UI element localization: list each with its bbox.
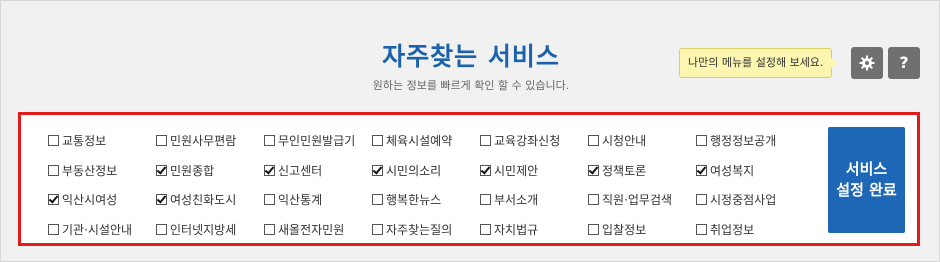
service-option[interactable]: 부서소개 xyxy=(480,185,588,215)
settings-tooltip: 나만의 메뉴를 설정해 보세요. xyxy=(679,48,838,78)
service-option-label: 민원사무편람 xyxy=(170,134,237,149)
service-option-label: 시정중점사업 xyxy=(710,193,777,208)
service-option[interactable]: 익산시여성 xyxy=(48,185,156,215)
service-option-label: 새올전자민원 xyxy=(278,222,345,237)
service-selection-box: 교통정보 민원사무편람 무인민원발급기 체육시설예약 교육강좌신청 시청안내 행정정보공개부… xyxy=(18,112,920,246)
service-option-label: 여성친화도시 xyxy=(170,193,237,208)
checkbox[interactable] xyxy=(48,164,59,176)
checkbox[interactable] xyxy=(156,223,167,235)
service-option-label: 익산시여성 xyxy=(62,193,118,208)
service-option-label: 민원종합 xyxy=(170,163,215,178)
checkbox-checked[interactable] xyxy=(156,194,167,206)
service-option-label: 행정정보공개 xyxy=(710,134,777,149)
service-option[interactable]: 자치법규 xyxy=(480,215,588,245)
checkbox[interactable] xyxy=(264,194,275,206)
checkbox[interactable] xyxy=(48,223,59,235)
service-option-label: 익산통계 xyxy=(278,193,323,208)
service-option[interactable]: 시민의소리 xyxy=(372,156,480,186)
checkbox-checked[interactable] xyxy=(588,164,599,176)
checkbox[interactable] xyxy=(480,194,491,206)
service-option-label: 자치법규 xyxy=(494,222,539,237)
service-option[interactable]: 교육강좌신청 xyxy=(480,126,588,156)
service-option-label: 시민의소리 xyxy=(386,163,442,178)
page-subtitle: 원하는 정보를 빠르게 확인 할 수 있습니다. xyxy=(372,79,570,92)
service-option-label: 기관·시설안내 xyxy=(62,222,133,237)
service-option[interactable]: 인터넷지방세 xyxy=(156,215,264,245)
service-option[interactable]: 시민제안 xyxy=(480,156,588,186)
service-option-label: 교육강좌신청 xyxy=(494,134,561,149)
service-setup-complete-button[interactable]: 서비스 설정 완료 xyxy=(828,127,905,233)
checkbox[interactable] xyxy=(696,223,707,235)
service-option-label: 부동산정보 xyxy=(62,163,118,178)
checkbox[interactable] xyxy=(588,223,599,235)
service-checkbox-grid: 교통정보 민원사무편람 무인민원발급기 체육시설예약 교육강좌신청 시청안내 행정정보공개부… xyxy=(48,126,804,244)
checkbox[interactable] xyxy=(264,223,275,235)
service-option[interactable]: 직원·업무검색 xyxy=(588,185,696,215)
service-option-label: 체육시설예약 xyxy=(386,134,453,149)
service-option-label: 직원·업무검색 xyxy=(602,193,673,208)
service-option[interactable]: 정책토론 xyxy=(588,156,696,186)
checkbox[interactable] xyxy=(588,135,599,147)
favorite-services-panel: 자주찾는 서비스 원하는 정보를 빠르게 확인 할 수 있습니다. 나만의 메뉴… xyxy=(0,0,940,262)
service-option-label: 교통정보 xyxy=(62,134,107,149)
service-option[interactable]: 기관·시설안내 xyxy=(48,215,156,245)
checkbox-checked[interactable] xyxy=(264,164,275,176)
checkbox[interactable] xyxy=(372,223,383,235)
service-option[interactable]: 행정정보공개 xyxy=(696,126,804,156)
service-option[interactable]: 새올전자민원 xyxy=(264,215,372,245)
service-option[interactable]: 무인민원발급기 xyxy=(264,126,372,156)
checkbox[interactable] xyxy=(588,194,599,206)
service-option-label: 인터넷지방세 xyxy=(170,222,237,237)
service-option[interactable]: 취업정보 xyxy=(696,215,804,245)
checkbox-checked[interactable] xyxy=(372,164,383,176)
checkbox-checked[interactable] xyxy=(480,164,491,176)
checkbox[interactable] xyxy=(48,135,59,147)
service-option[interactable]: 신고센터 xyxy=(264,156,372,186)
checkbox[interactable] xyxy=(264,135,275,147)
service-option-label: 신고센터 xyxy=(278,163,323,178)
service-option[interactable]: 시청안내 xyxy=(588,126,696,156)
checkbox[interactable] xyxy=(696,135,707,147)
checkbox[interactable] xyxy=(480,135,491,147)
settings-button[interactable] xyxy=(851,47,883,79)
service-option-label: 시민제안 xyxy=(494,163,539,178)
service-option[interactable]: 행복한뉴스 xyxy=(372,185,480,215)
gear-icon xyxy=(859,55,875,71)
service-option[interactable]: 여성친화도시 xyxy=(156,185,264,215)
service-option-label: 부서소개 xyxy=(494,193,539,208)
checkbox[interactable] xyxy=(372,194,383,206)
complete-button-line2: 설정 완료 xyxy=(836,181,897,199)
service-option[interactable]: 익산통계 xyxy=(264,185,372,215)
service-option[interactable]: 민원종합 xyxy=(156,156,264,186)
checkbox-checked[interactable] xyxy=(156,164,167,176)
service-option[interactable]: 민원사무편람 xyxy=(156,126,264,156)
service-option[interactable]: 교통정보 xyxy=(48,126,156,156)
service-option[interactable]: 시정중점사업 xyxy=(696,185,804,215)
service-option-label: 자주찾는질의 xyxy=(386,222,453,237)
service-option-label: 정책토론 xyxy=(602,163,647,178)
checkbox-checked[interactable] xyxy=(696,164,707,176)
service-option-label: 입찰정보 xyxy=(602,222,647,237)
service-option[interactable]: 여성복지 xyxy=(696,156,804,186)
service-option-label: 무인민원발급기 xyxy=(278,134,356,149)
service-option[interactable]: 체육시설예약 xyxy=(372,126,480,156)
service-option-label: 시청안내 xyxy=(602,134,647,149)
checkbox[interactable] xyxy=(480,223,491,235)
service-option-label: 여성복지 xyxy=(710,163,755,178)
checkbox[interactable] xyxy=(156,135,167,147)
checkbox[interactable] xyxy=(372,135,383,147)
service-option-label: 취업정보 xyxy=(710,222,755,237)
checkbox-checked[interactable] xyxy=(48,194,59,206)
checkbox[interactable] xyxy=(696,194,707,206)
complete-button-line1: 서비스 xyxy=(845,160,888,178)
service-option[interactable]: 입찰정보 xyxy=(588,215,696,245)
service-option[interactable]: 자주찾는질의 xyxy=(372,215,480,245)
service-option-label: 행복한뉴스 xyxy=(386,193,442,208)
service-option[interactable]: 부동산정보 xyxy=(48,156,156,186)
help-button[interactable]: ? xyxy=(888,47,920,79)
